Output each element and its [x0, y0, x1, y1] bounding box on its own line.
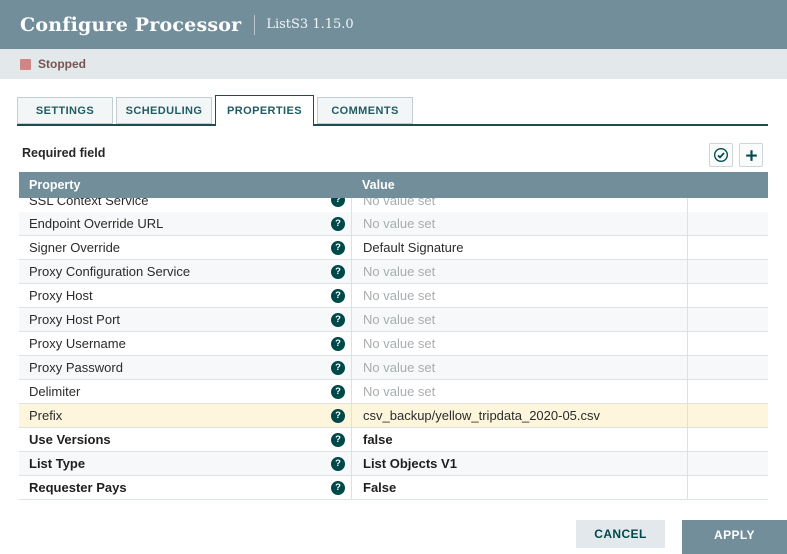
- table-row[interactable]: SSL Context Service? No value set: [19, 198, 768, 212]
- required-field-label: Required field: [22, 146, 105, 160]
- row-actions-cell: [687, 452, 768, 475]
- tab-bar: SETTINGS SCHEDULING PROPERTIES COMMENTS: [17, 97, 416, 128]
- property-name: SSL Context Service: [29, 198, 148, 208]
- property-value[interactable]: false: [351, 428, 687, 451]
- table-row[interactable]: Endpoint Override URL? No value set: [19, 212, 768, 236]
- dialog-header: Configure Processor ListS3 1.15.0: [0, 0, 787, 49]
- property-value[interactable]: No value set: [351, 332, 687, 355]
- cancel-button[interactable]: CANCEL: [576, 520, 665, 548]
- row-actions-cell: [687, 356, 768, 379]
- question-mark-icon[interactable]: ?: [331, 241, 345, 255]
- question-mark-icon[interactable]: ?: [331, 265, 345, 279]
- title-divider: [254, 15, 255, 35]
- property-name: Proxy Password: [29, 360, 123, 375]
- question-mark-icon[interactable]: ?: [331, 457, 345, 471]
- table-header: Property Value: [19, 172, 768, 198]
- plus-icon: [744, 148, 759, 163]
- table-row[interactable]: Signer Override? Default Signature: [19, 236, 768, 260]
- column-header-property: Property: [19, 178, 351, 192]
- question-mark-icon[interactable]: ?: [331, 198, 345, 207]
- tab-settings[interactable]: SETTINGS: [17, 97, 113, 124]
- row-actions-cell: [687, 260, 768, 283]
- property-value[interactable]: Default Signature: [351, 236, 687, 259]
- property-name: Use Versions: [29, 432, 111, 447]
- question-mark-icon[interactable]: ?: [331, 337, 345, 351]
- verify-properties-button[interactable]: [709, 143, 733, 167]
- stopped-icon: [20, 59, 31, 70]
- row-actions-cell: [687, 212, 768, 235]
- row-actions-cell: [687, 428, 768, 451]
- question-mark-icon[interactable]: ?: [331, 217, 345, 231]
- property-name: Endpoint Override URL: [29, 216, 163, 231]
- question-mark-icon[interactable]: ?: [331, 433, 345, 447]
- property-value[interactable]: False: [351, 476, 687, 499]
- add-property-button[interactable]: [739, 143, 763, 167]
- row-actions-cell: [687, 284, 768, 307]
- property-name: Proxy Configuration Service: [29, 264, 190, 279]
- tab-properties[interactable]: PROPERTIES: [215, 95, 314, 126]
- configure-processor-dialog: Configure Processor ListS3 1.15.0 Stoppe…: [0, 0, 787, 554]
- property-value[interactable]: List Objects V1: [351, 452, 687, 475]
- properties-table: Property Value SSL Context Service? No v…: [19, 172, 768, 500]
- processor-name-version: ListS3 1.15.0: [266, 17, 353, 32]
- status-bar: Stopped: [0, 49, 787, 79]
- question-mark-icon[interactable]: ?: [331, 481, 345, 495]
- property-name: Prefix: [29, 408, 62, 423]
- property-name: Delimiter: [29, 384, 80, 399]
- tab-comments[interactable]: COMMENTS: [317, 97, 413, 124]
- column-header-value: Value: [351, 178, 687, 192]
- table-row[interactable]: Requester Pays? False: [19, 476, 768, 500]
- row-actions-cell: [687, 380, 768, 403]
- property-value[interactable]: No value set: [351, 380, 687, 403]
- property-value[interactable]: No value set: [351, 260, 687, 283]
- row-actions-cell: [687, 198, 768, 212]
- apply-button[interactable]: APPLY: [682, 520, 787, 554]
- table-row[interactable]: Use Versions? false: [19, 428, 768, 452]
- table-row[interactable]: Proxy Username? No value set: [19, 332, 768, 356]
- tab-scheduling[interactable]: SCHEDULING: [116, 97, 212, 124]
- property-name: Signer Override: [29, 240, 120, 255]
- question-mark-icon[interactable]: ?: [331, 313, 345, 327]
- status-label: Stopped: [38, 57, 86, 71]
- property-value[interactable]: No value set: [351, 356, 687, 379]
- row-actions-cell: [687, 404, 768, 427]
- property-name: Proxy Host Port: [29, 312, 120, 327]
- question-mark-icon[interactable]: ?: [331, 385, 345, 399]
- question-mark-icon[interactable]: ?: [331, 289, 345, 303]
- table-row[interactable]: Delimiter? No value set: [19, 380, 768, 404]
- row-actions-cell: [687, 476, 768, 499]
- dialog-title: Configure Processor: [20, 14, 241, 36]
- question-mark-icon[interactable]: ?: [331, 361, 345, 375]
- property-value[interactable]: No value set: [351, 198, 687, 212]
- row-actions-cell: [687, 308, 768, 331]
- property-name: List Type: [29, 456, 85, 471]
- row-actions-cell: [687, 332, 768, 355]
- property-value[interactable]: No value set: [351, 308, 687, 331]
- property-name: Requester Pays: [29, 480, 127, 495]
- table-row-prefix-highlighted[interactable]: Prefix? csv_backup/yellow_tripdata_2020-…: [19, 404, 768, 428]
- properties-toolbar: [709, 143, 769, 167]
- question-mark-icon[interactable]: ?: [331, 409, 345, 423]
- table-row[interactable]: Proxy Password? No value set: [19, 356, 768, 380]
- property-value[interactable]: csv_backup/yellow_tripdata_2020-05.csv: [351, 404, 687, 427]
- table-row[interactable]: Proxy Host? No value set: [19, 284, 768, 308]
- check-circle-icon: [713, 147, 729, 163]
- property-value[interactable]: No value set: [351, 212, 687, 235]
- row-actions-cell: [687, 236, 768, 259]
- table-row[interactable]: Proxy Host Port? No value set: [19, 308, 768, 332]
- table-row[interactable]: Proxy Configuration Service? No value se…: [19, 260, 768, 284]
- property-name: Proxy Host: [29, 288, 93, 303]
- property-name: Proxy Username: [29, 336, 126, 351]
- partially-visible-row: SSL Context Service? No value set: [19, 198, 768, 212]
- property-value[interactable]: No value set: [351, 284, 687, 307]
- table-row[interactable]: List Type? List Objects V1: [19, 452, 768, 476]
